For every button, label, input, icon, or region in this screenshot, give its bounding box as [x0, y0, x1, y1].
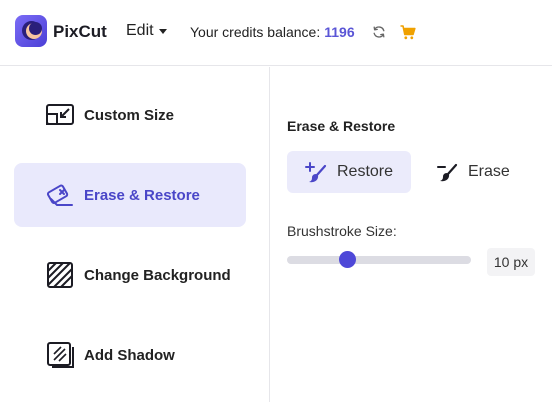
sidebar: Custom Size Erase & Restore Change Backg…	[0, 67, 270, 402]
caret-down-icon	[158, 28, 167, 34]
brushstroke-size-value: 10 px	[487, 248, 535, 276]
erase-brush-icon	[437, 163, 458, 182]
top-bar: PixCut Edit Your credits balance: 1196	[0, 0, 552, 66]
restore-button[interactable]: Restore	[287, 151, 411, 193]
sidebar-item-add-shadow[interactable]: Add Shadow	[14, 323, 246, 387]
sidebar-item-label: Add Shadow	[84, 346, 175, 364]
credits-label: Your credits balance:	[190, 24, 321, 40]
eraser-icon	[46, 184, 73, 206]
sidebar-item-label: Erase & Restore	[84, 186, 200, 204]
sidebar-item-erase-restore[interactable]: Erase & Restore	[14, 163, 246, 227]
credits-balance: Your credits balance: 1196	[190, 24, 355, 40]
panel-title: Erase & Restore	[287, 118, 396, 134]
edit-menu-button[interactable]: Edit	[126, 22, 167, 40]
erase-label: Erase	[468, 163, 510, 180]
restore-brush-icon	[305, 162, 327, 183]
refresh-icon[interactable]	[372, 25, 386, 39]
app-name: PixCut	[53, 22, 107, 41]
pixcut-logo-icon[interactable]	[15, 15, 47, 47]
brushstroke-size-label: Brushstroke Size:	[287, 223, 397, 239]
sidebar-item-custom-size[interactable]: Custom Size	[14, 83, 246, 147]
cart-icon[interactable]	[400, 25, 416, 40]
restore-label: Restore	[337, 163, 394, 180]
sidebar-item-label: Custom Size	[84, 106, 175, 124]
resize-icon	[46, 104, 74, 125]
erase-button[interactable]: Erase	[426, 151, 526, 193]
shadow-icon	[47, 342, 74, 368]
sidebar-item-label: Change Background	[84, 266, 231, 284]
sidebar-item-change-background[interactable]: Change Background	[14, 243, 246, 307]
edit-menu-label: Edit	[126, 22, 154, 39]
slider-thumb[interactable]	[339, 251, 357, 268]
brushstroke-size-slider[interactable]	[287, 256, 471, 264]
credits-value: 1196	[324, 24, 355, 40]
background-pattern-icon	[47, 262, 73, 288]
